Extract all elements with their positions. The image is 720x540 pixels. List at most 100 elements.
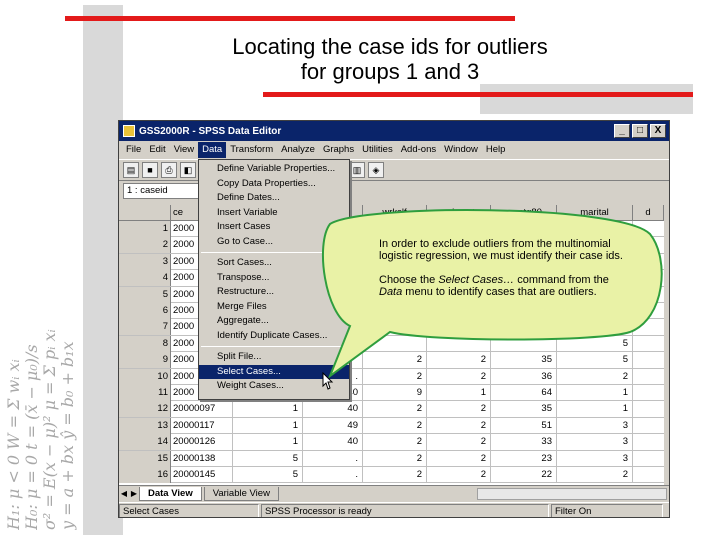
cell-marital[interactable]: 3 (557, 417, 633, 434)
menu-analyze[interactable]: Analyze (277, 142, 319, 158)
print-icon[interactable]: ⎙ (161, 162, 177, 178)
callout-text-segment: menu to identify cases that are outliers… (402, 286, 597, 298)
cell-wrkslf[interactable]: 2 (363, 417, 427, 434)
cell-c1[interactable]: 1 (233, 401, 303, 418)
formula-column: H₁: μ < 0 W = Σ wᵢ xᵢ (4, 359, 23, 530)
menu-help[interactable]: Help (482, 142, 510, 158)
row-number[interactable]: 5 (119, 286, 171, 303)
menu-utilities[interactable]: Utilities (358, 142, 397, 158)
row-number[interactable]: 1 (119, 221, 171, 237)
row-number[interactable]: 11 (119, 385, 171, 401)
cell-wrkslf[interactable]: 2 (363, 434, 427, 451)
callout-paragraph: In order to exclude outliers from the mu… (379, 238, 623, 262)
table-row[interactable]: 12 20000097 1 40 2 2 35 1 (119, 401, 664, 418)
cell-c2[interactable]: 40 (303, 401, 363, 418)
cell-wrkgovt[interactable]: 2 (427, 467, 491, 483)
callout-text: In order to exclude outliers from the mu… (379, 238, 629, 310)
cell-c1[interactable]: 1 (233, 434, 303, 451)
tab-scroll-right-icon[interactable]: ▶ (129, 489, 139, 498)
table-row[interactable]: 15 20000138 5. 2 2 23 3 (119, 450, 664, 467)
decorative-gray-bar (83, 5, 123, 535)
tab-data-view[interactable]: Data View (139, 486, 202, 501)
table-row[interactable]: 16 20000145 5. 2 2 22 2 (119, 467, 664, 484)
find-icon[interactable]: ▥ (349, 162, 365, 178)
menu-graphs[interactable]: Graphs (319, 142, 358, 158)
cell-marital[interactable]: 3 (557, 450, 633, 467)
row-number[interactable]: 15 (119, 450, 171, 467)
formula-watermark: H₁: μ < 0 W = Σ wᵢ xᵢ H₀: μ = 0 t = (x̄ … (0, 90, 85, 530)
row-number[interactable]: 7 (119, 319, 171, 336)
row-number[interactable]: 9 (119, 352, 171, 369)
decorative-red-line (263, 92, 693, 97)
cell-wrkslf[interactable]: 2 (363, 450, 427, 467)
row-number[interactable]: 16 (119, 467, 171, 483)
cell-caseid[interactable]: 20000126 (171, 434, 233, 451)
cell-c2[interactable]: . (303, 467, 363, 483)
cell-marital[interactable]: 1 (557, 401, 633, 418)
formula-column: y = a + bx ŷ = b₀ + b₁x (58, 341, 77, 530)
cell-caseid[interactable]: 20000138 (171, 450, 233, 467)
row-number[interactable]: 10 (119, 368, 171, 385)
window-titlebar[interactable]: GSS2000R - SPSS Data Editor _ □ X (119, 121, 669, 141)
callout-paragraph: Choose the Select Cases… command from th… (379, 274, 629, 298)
menu-window[interactable]: Window (440, 142, 482, 158)
row-number[interactable]: 14 (119, 434, 171, 451)
row-number[interactable]: 13 (119, 417, 171, 434)
table-row[interactable]: 14 20000126 1 40 2 2 33 3 (119, 434, 664, 451)
tab-variable-view[interactable]: Variable View (203, 486, 279, 501)
menu-file[interactable]: File (122, 142, 145, 158)
cell-c1[interactable]: 1 (233, 417, 303, 434)
cell-c2[interactable]: 40 (303, 434, 363, 451)
cell-wrkgovt[interactable]: 2 (427, 401, 491, 418)
menu-data[interactable]: Data (198, 142, 227, 158)
status-filter: Filter On (551, 503, 663, 517)
cell-c1[interactable]: 5 (233, 450, 303, 467)
value-labels-icon[interactable]: ◈ (368, 162, 384, 178)
cell-c1[interactable]: 5 (233, 467, 303, 483)
cell-caseid[interactable]: 20000097 (171, 401, 233, 418)
dialog-recall-icon[interactable]: ◧ (180, 162, 196, 178)
maximize-button[interactable]: □ (632, 124, 648, 138)
cell-c2[interactable]: 49 (303, 417, 363, 434)
menu-addons[interactable]: Add-ons (397, 142, 440, 158)
cell-prestg80[interactable]: 33 (491, 434, 557, 451)
cell-wrkgovt[interactable]: 2 (427, 450, 491, 467)
row-number[interactable]: 8 (119, 335, 171, 352)
cell-marital[interactable]: 2 (557, 467, 633, 483)
menu-item-define-dates[interactable]: Define Dates... (199, 191, 349, 206)
menu-transform[interactable]: Transform (226, 142, 277, 158)
cell-caseid[interactable]: 20000117 (171, 417, 233, 434)
spss-app-icon (123, 125, 135, 137)
table-row[interactable]: 13 20000117 1 49 2 2 51 3 (119, 417, 664, 435)
horizontal-scrollbar[interactable] (477, 487, 667, 500)
row-number[interactable]: 6 (119, 303, 171, 319)
menu-item-copy-data-properties[interactable]: Copy Data Properties... (199, 177, 349, 192)
cell-prestg80[interactable]: 51 (491, 417, 557, 434)
row-number[interactable]: 12 (119, 401, 171, 418)
callout-emphasis: Select Cases… (438, 274, 515, 286)
save-icon[interactable]: ■ (142, 162, 158, 178)
open-file-icon[interactable]: ▤ (123, 162, 139, 178)
cell-c2[interactable]: . (303, 450, 363, 467)
cell-prestg80[interactable]: 23 (491, 450, 557, 467)
status-bar: Select Cases SPSS Processor is ready Fil… (119, 502, 669, 517)
row-number[interactable]: 2 (119, 237, 171, 254)
cell-wrkslf[interactable]: 2 (363, 401, 427, 418)
row-number[interactable]: 3 (119, 253, 171, 270)
row-number[interactable]: 4 (119, 270, 171, 287)
cell-wrkgovt[interactable]: 2 (427, 417, 491, 434)
cell-wrkgovt[interactable]: 2 (427, 434, 491, 451)
menu-edit[interactable]: Edit (145, 142, 169, 158)
cell-caseid[interactable]: 20000145 (171, 467, 233, 483)
minimize-button[interactable]: _ (614, 124, 630, 138)
callout-text-segment: command from the (514, 274, 609, 286)
cell-prestg80[interactable]: 35 (491, 401, 557, 418)
menu-view[interactable]: View (170, 142, 198, 158)
close-button[interactable]: X (650, 124, 666, 138)
cell-prestg80[interactable]: 22 (491, 467, 557, 483)
cell-marital[interactable]: 3 (557, 434, 633, 451)
cell-wrkslf[interactable]: 2 (363, 467, 427, 483)
corner-cell (119, 205, 171, 221)
tab-scroll-left-icon[interactable]: ◀ (119, 489, 129, 498)
menu-item-define-variable-properties[interactable]: Define Variable Properties... (199, 162, 349, 177)
